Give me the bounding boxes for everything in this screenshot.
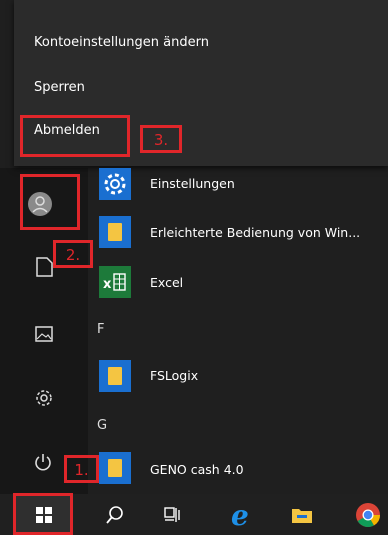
folder-icon <box>108 223 122 241</box>
chrome-button[interactable] <box>346 494 388 535</box>
highlight-user-avatar <box>20 174 80 230</box>
step-1-label: 1. <box>64 455 99 483</box>
pictures-button[interactable] <box>30 320 58 348</box>
gear-icon <box>36 390 52 406</box>
search-button[interactable] <box>93 494 137 535</box>
lock-item[interactable]: Sperren <box>34 80 85 95</box>
document-icon <box>36 257 53 277</box>
edge-icon: e <box>231 501 249 529</box>
power-icon <box>35 454 51 471</box>
app-label-fslogix[interactable]: FSLogix <box>150 368 198 383</box>
highlight-sign-out <box>20 115 130 157</box>
svg-text:e: e <box>231 501 249 529</box>
gear-icon <box>104 173 126 195</box>
task-view-button[interactable] <box>150 494 194 535</box>
search-icon <box>106 505 123 524</box>
settings-button[interactable] <box>30 384 58 412</box>
documents-button[interactable] <box>30 253 58 281</box>
pictures-icon <box>35 326 53 342</box>
task-view-icon <box>164 506 180 522</box>
app-label-ease-of-access[interactable]: Erleichterte Bedienung von Win... <box>150 225 360 240</box>
section-letter-g[interactable]: G <box>97 418 107 433</box>
settings-app-tile[interactable] <box>99 168 131 200</box>
edge-button[interactable]: e <box>220 494 264 535</box>
app-label-excel[interactable]: Excel <box>150 275 183 290</box>
excel-icon: x <box>103 273 126 292</box>
highlight-start-button <box>13 493 73 535</box>
app-label-settings[interactable]: Einstellungen <box>150 176 235 191</box>
section-letter-f[interactable]: F <box>97 322 104 337</box>
app-label-geno-cash[interactable]: GENO cash 4.0 <box>150 462 244 477</box>
fslogix-app-tile[interactable] <box>99 360 131 392</box>
chrome-icon <box>356 502 380 527</box>
file-explorer-button[interactable] <box>280 494 324 535</box>
excel-app-tile[interactable]: x <box>99 266 131 298</box>
folder-icon <box>108 367 122 385</box>
ease-of-access-app-tile[interactable] <box>99 216 131 248</box>
geno-cash-app-tile[interactable] <box>99 452 131 484</box>
step-3-label: 3. <box>140 125 182 153</box>
folder-icon <box>108 459 122 477</box>
power-button[interactable] <box>29 448 57 476</box>
file-explorer-icon <box>292 508 312 523</box>
step-2-label: 2. <box>53 240 93 268</box>
svg-text:x: x <box>103 277 112 292</box>
change-account-settings-item[interactable]: Kontoeinstellungen ändern <box>34 35 209 50</box>
